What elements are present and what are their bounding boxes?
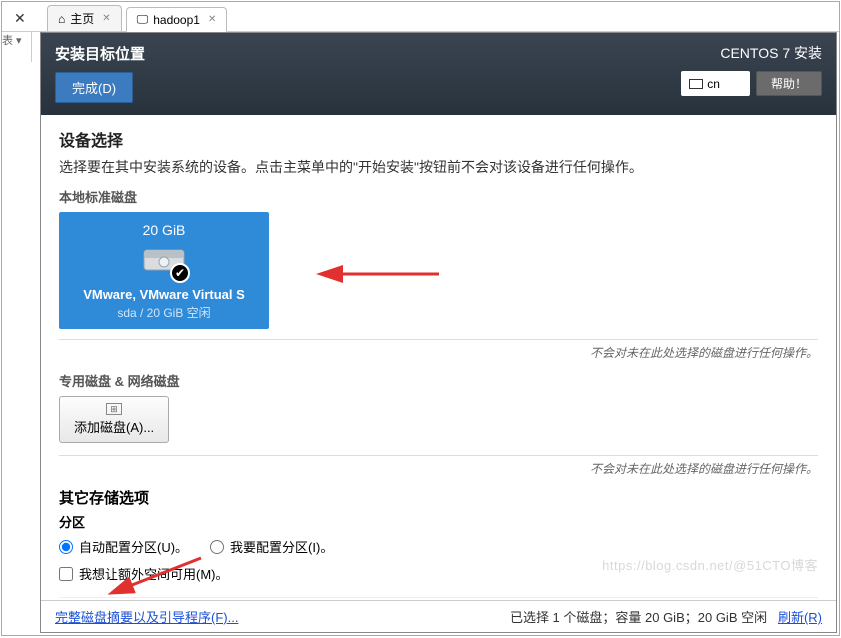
done-button[interactable]: 完成(D) <box>55 72 133 103</box>
disk-tile-sda[interactable]: 20 GiB ✔ VMware, VMware Virtual S sda / … <box>59 212 269 329</box>
bottom-bar: 完整磁盘摘要以及引导程序(F)... 已选择 1 个磁盘；容量 20 GiB；2… <box>41 600 836 632</box>
device-select-desc: 选择要在其中安装系统的设备。点击主菜单中的"开始安装"按钮前不会对该设备进行任何… <box>59 157 818 177</box>
home-icon: ⌂ <box>58 12 65 26</box>
local-disks-row: 20 GiB ✔ VMware, VMware Virtual S sda / … <box>59 212 818 340</box>
add-disk-icon: ⊞ <box>106 403 122 415</box>
content-area: 设备选择 选择要在其中安装系统的设备。点击主菜单中的"开始安装"按钮前不会对该设… <box>41 115 836 600</box>
device-select-heading: 设备选择 <box>59 127 818 151</box>
left-panel-stub: 表 ▾ <box>2 32 32 62</box>
tab-bar: ⌂ 主页 ✕ 🖵 hadoop1 ✕ <box>2 2 839 32</box>
page-title: 安装目标位置 <box>55 43 145 64</box>
radio-auto-partition[interactable]: 自动配置分区(U)。 <box>59 537 188 556</box>
installer-window: 安装目标位置 完成(D) CENTOS 7 安装 cn 帮助！ 设备选择 选择要… <box>40 32 837 633</box>
radio-manual-label: 我要配置分区(I)。 <box>230 537 333 556</box>
radio-auto-label: 自动配置分区(U)。 <box>79 537 188 556</box>
selection-status: 已选择 1 个磁盘；容量 20 GiB；20 GiB 空闲 <box>510 610 767 625</box>
full-disk-summary-link[interactable]: 完整磁盘摘要以及引导程序(F)... <box>55 607 238 626</box>
tab-close-icon[interactable]: ✕ <box>208 14 216 25</box>
install-title: CENTOS 7 安装 <box>720 43 822 63</box>
keyboard-icon <box>689 79 703 89</box>
add-disk-button[interactable]: ⊞ 添加磁盘(A)... <box>59 396 169 443</box>
tab-label: 主页 <box>70 10 94 27</box>
tab-home[interactable]: ⌂ 主页 ✕ <box>47 5 122 31</box>
radio-auto-input[interactable] <box>59 540 73 554</box>
vm-icon: 🖵 <box>137 12 149 27</box>
disk-size: 20 GiB <box>65 222 263 238</box>
checkbox-extra-space[interactable]: 我想让额外空间可用(M)。 <box>59 564 818 583</box>
check-icon: ✔ <box>170 263 190 283</box>
disk-name: VMware, VMware Virtual S <box>65 287 263 302</box>
close-icon[interactable]: ✕ <box>14 10 26 27</box>
tab-label: hadoop1 <box>153 13 200 27</box>
tab-close-icon[interactable]: ✕ <box>102 13 110 24</box>
keyboard-layout-selector[interactable]: cn <box>681 71 750 96</box>
encrypt-heading: 加密 <box>59 597 818 600</box>
partition-label: 分区 <box>59 512 818 531</box>
tab-hadoop1[interactable]: 🖵 hadoop1 ✕ <box>126 7 228 32</box>
help-button[interactable]: 帮助！ <box>756 71 822 96</box>
add-disk-label: 添加磁盘(A)... <box>74 417 154 436</box>
radio-manual-input[interactable] <box>210 540 224 554</box>
refresh-link[interactable]: 刷新(R) <box>778 610 822 625</box>
disk-device-line: sda / 20 GiB 空闲 <box>65 304 263 321</box>
special-net-heading: 专用磁盘 & 网络磁盘 <box>59 371 818 390</box>
checkbox-extra-input[interactable] <box>59 567 73 581</box>
annotation-arrow <box>329 262 449 297</box>
disk-icon: ✔ <box>142 244 186 279</box>
unselected-note: 不会对未在此处选择的磁盘进行任何操作。 <box>59 344 818 361</box>
storage-options-heading: 其它存储选项 <box>59 487 818 508</box>
local-disks-heading: 本地标准磁盘 <box>59 187 818 206</box>
checkbox-extra-label: 我想让额外空间可用(M)。 <box>79 564 229 583</box>
header-bar: 安装目标位置 完成(D) CENTOS 7 安装 cn 帮助！ <box>41 33 836 115</box>
unselected-note-2: 不会对未在此处选择的磁盘进行任何操作。 <box>59 460 818 477</box>
radio-manual-partition[interactable]: 我要配置分区(I)。 <box>210 537 333 556</box>
keyboard-layout-value: cn <box>707 77 720 91</box>
